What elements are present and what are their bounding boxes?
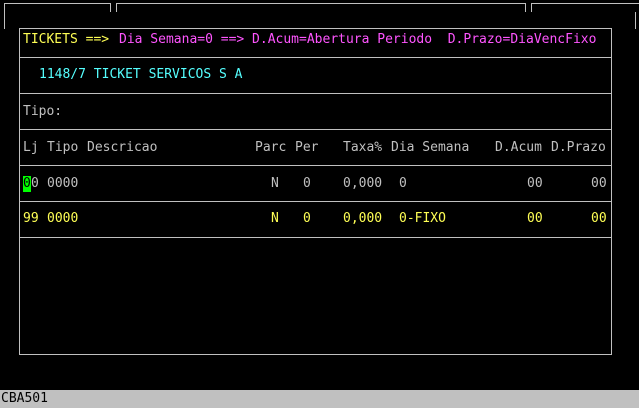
cell-per: 0 <box>303 211 311 226</box>
cell-parc: N <box>271 176 279 191</box>
separator <box>19 129 611 130</box>
cell-dprazo: 00 <box>591 211 607 226</box>
program-name: CBA501 <box>1 391 48 406</box>
box-left <box>19 28 20 354</box>
separator <box>19 93 611 94</box>
tipo-input[interactable] <box>71 104 171 120</box>
status-bar: CBA501 <box>0 390 639 408</box>
top-frame-tick <box>531 3 532 12</box>
client-name: 1148/7 TICKET SERVICOS S A <box>39 67 243 82</box>
top-frame-tick <box>116 3 117 12</box>
cell-taxa: 0,000 <box>343 176 383 191</box>
legend-text: Dia Semana=0 ==> D.Acum=Abertura Periodo… <box>119 32 597 47</box>
cell-dia-semana: 0-FIXO <box>399 211 446 226</box>
text-cursor[interactable]: 0 <box>23 176 31 192</box>
col-header-taxa: Taxa% <box>343 140 383 155</box>
tipo-label: Tipo: <box>23 104 63 119</box>
box-top <box>19 28 611 29</box>
outer-frame-left <box>4 12 5 29</box>
col-header-parc: Parc <box>255 140 287 155</box>
separator <box>19 237 611 238</box>
cell-tipo: 0000 <box>47 176 79 191</box>
top-frame-tick <box>525 3 526 12</box>
box-right <box>611 28 612 354</box>
cell-dacum: 00 <box>527 211 543 226</box>
col-header-dprazo: D.Prazo <box>551 140 606 155</box>
col-header-lj: Lj <box>23 140 39 155</box>
top-frame-tick <box>110 3 111 12</box>
cell-lj: 0 <box>31 176 39 191</box>
cell-per: 0 <box>303 176 311 191</box>
tickets-label: TICKETS ==> <box>23 32 110 47</box>
outer-frame-right <box>635 12 636 29</box>
cell-taxa: 0,000 <box>343 211 383 226</box>
cell-parc: N <box>271 211 279 226</box>
box-bottom <box>19 354 612 355</box>
col-header-dacum: D.Acum <box>495 140 542 155</box>
cell-tipo: 0000 <box>47 211 79 226</box>
cell-dia-semana: 0 <box>399 176 407 191</box>
top-frame-line <box>116 3 525 4</box>
col-header-per: Per <box>295 140 319 155</box>
cell-lj: 99 <box>23 211 39 226</box>
col-header-tipo: Tipo <box>47 140 79 155</box>
separator <box>19 165 611 166</box>
cell-dprazo: 00 <box>591 176 607 191</box>
top-frame-tick <box>4 3 5 12</box>
col-header-descricao: Descricao <box>87 140 158 155</box>
separator <box>19 201 611 202</box>
separator <box>19 57 611 58</box>
top-frame-line <box>531 3 639 4</box>
cell-dacum: 00 <box>527 176 543 191</box>
top-frame-line <box>4 3 110 4</box>
col-header-dia-semana: Dia Semana <box>391 140 470 155</box>
